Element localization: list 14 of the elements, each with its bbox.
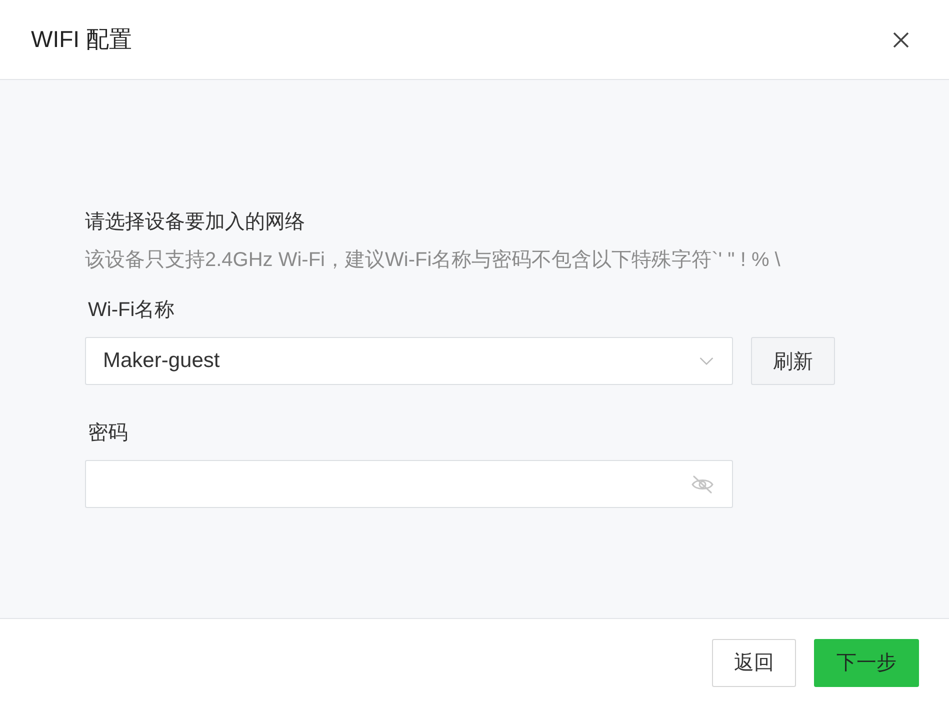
- instruction-heading: 请选择设备要加入的网络: [85, 210, 305, 235]
- next-button[interactable]: 下一步: [814, 638, 919, 686]
- refresh-button[interactable]: 刷新: [751, 337, 835, 385]
- field-label: Wi-Fi名称: [87, 298, 175, 323]
- field-label: 密码: [87, 421, 128, 446]
- select-value: Maker-guest: [103, 349, 220, 373]
- back-button[interactable]: 返回: [712, 638, 796, 686]
- eye-slash-icon[interactable]: [691, 474, 714, 494]
- close-icon[interactable]: [893, 32, 909, 48]
- dialog-title: WIFI 配置: [31, 25, 132, 54]
- chevron-down-icon: [699, 357, 714, 365]
- password-field[interactable]: [85, 460, 733, 508]
- wifi-select-field[interactable]: Maker-guest: [85, 337, 733, 385]
- hint-text: 该设备只支持2.4GHz Wi-Fi，建议Wi-Fi名称与密码不包含以下特殊字符`' " ! % \: [85, 248, 780, 273]
